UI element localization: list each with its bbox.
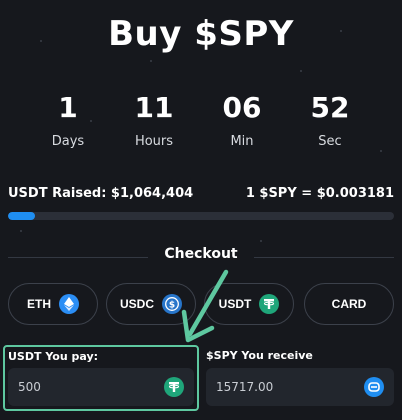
page-title: Buy $SPY: [108, 14, 294, 54]
countdown-seconds: 52 Sec: [290, 91, 370, 150]
countdown-label: Hours: [134, 134, 174, 149]
raise-progress-fill: [8, 212, 36, 220]
eth-icon: [59, 294, 79, 314]
payment-method-label: CARD: [331, 297, 367, 311]
countdown-minutes: 06 Min: [202, 91, 282, 150]
countdown-label: Sec: [318, 134, 342, 149]
arrow-pointer-icon: [181, 269, 229, 343]
countdown-value: 52: [310, 91, 350, 124]
pay-with-card-button[interactable]: CARD: [304, 283, 394, 325]
receive-amount-input[interactable]: [216, 368, 356, 406]
countdown-value: 06: [222, 91, 262, 124]
pay-input-container: [8, 368, 194, 406]
token-price-text: 1 $SPY = $0.003181: [245, 186, 394, 201]
pay-field-label: USDT You pay:: [8, 350, 99, 363]
receive-field-label: $SPY You receive: [206, 349, 313, 362]
svg-text:$: $: [169, 301, 175, 311]
usdt-raised-text: USDT Raised: $1,064,404: [8, 186, 194, 201]
countdown-label: Days: [51, 134, 85, 149]
usdt-icon: [164, 377, 184, 397]
pay-with-eth-button[interactable]: ETH: [8, 283, 98, 325]
pay-amount-input[interactable]: [18, 368, 158, 406]
payment-method-label: ETH: [27, 297, 51, 311]
checkout-heading: Checkout: [164, 246, 238, 262]
countdown-label: Min: [230, 134, 254, 149]
divider: [254, 257, 394, 258]
raised-info-row: USDT Raised: $1,064,404 1 $SPY = $0.0031…: [8, 186, 394, 201]
usdt-icon: [259, 294, 280, 314]
raise-progress-bar: [8, 212, 394, 220]
countdown-value: 1: [58, 91, 78, 124]
countdown-hours: 11 Hours: [114, 91, 194, 150]
spy-token-icon: [364, 377, 384, 397]
countdown-timer: 1 Days 11 Hours 06 Min 52 Sec: [0, 92, 402, 156]
payment-method-label: USDC: [119, 297, 154, 311]
receive-input-container: [206, 368, 394, 406]
checkout-separator: Checkout: [0, 246, 402, 268]
countdown-days: 1 Days: [28, 91, 108, 150]
countdown-value: 11: [134, 91, 174, 124]
